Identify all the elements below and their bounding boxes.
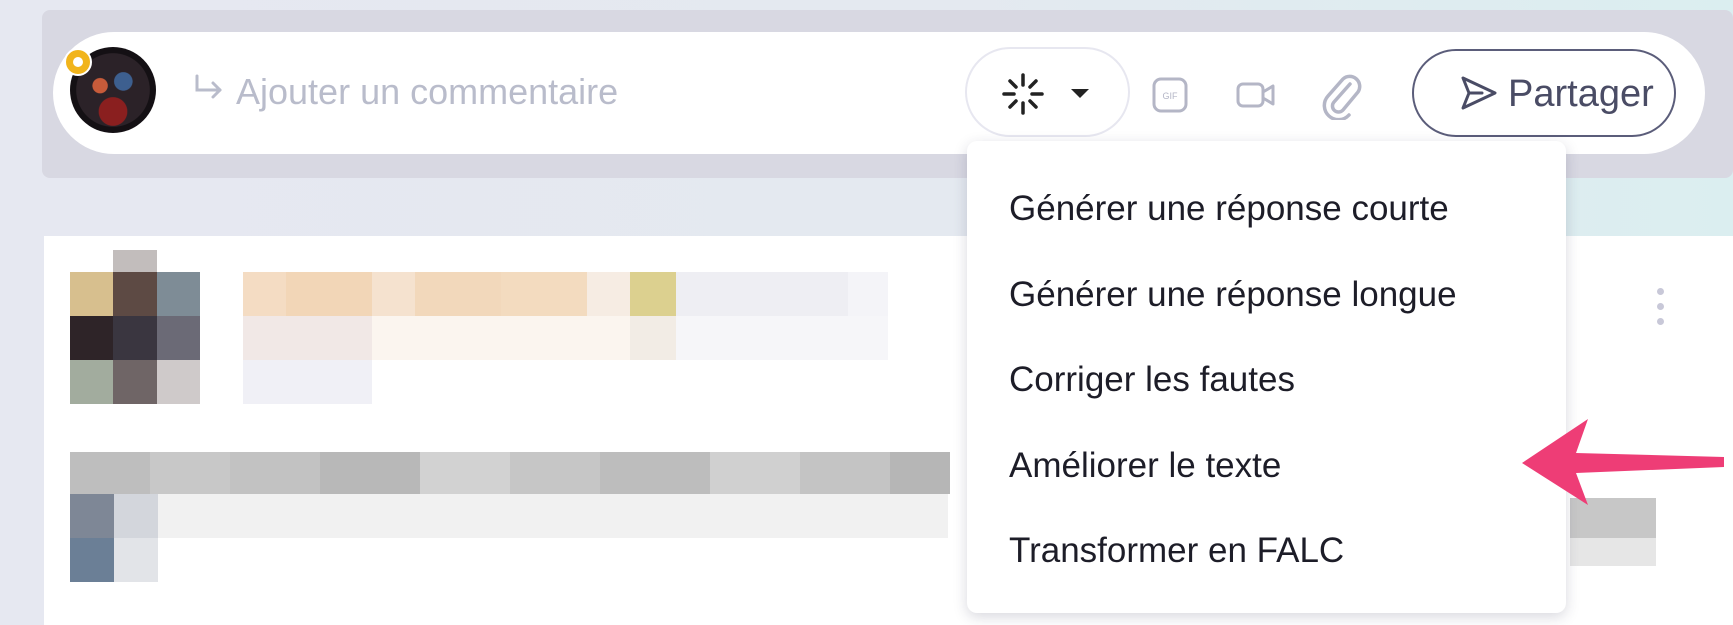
annotation-arrow-icon: [1522, 419, 1724, 505]
share-button[interactable]: Partager: [1412, 49, 1676, 137]
comment-input[interactable]: Ajouter un commentaire: [236, 71, 618, 113]
vertical-ellipsis-icon[interactable]: [1653, 288, 1667, 328]
reply-arrow-icon: [195, 74, 222, 99]
chevron-down-icon: [1071, 89, 1089, 98]
badge-icon: [64, 48, 92, 76]
menu-item-improve-text[interactable]: Améliorer le texte: [1009, 446, 1281, 486]
menu-item-falc[interactable]: Transformer en FALC: [1009, 531, 1344, 571]
svg-text:GIF: GIF: [1163, 91, 1179, 101]
ai-actions-menu: Générer une réponse courte Générer une r…: [967, 141, 1566, 613]
video-icon[interactable]: [1235, 77, 1277, 113]
share-button-label: Partager: [1508, 73, 1654, 115]
send-icon: [1461, 76, 1497, 110]
ai-assist-button[interactable]: [965, 47, 1130, 137]
ai-sparkle-icon: [1002, 73, 1044, 115]
paperclip-icon[interactable]: [1318, 70, 1364, 120]
menu-item-fix-errors[interactable]: Corriger les fautes: [1009, 360, 1295, 400]
menu-item-long-response[interactable]: Générer une réponse longue: [1009, 275, 1457, 315]
menu-item-short-response[interactable]: Générer une réponse courte: [1009, 189, 1449, 229]
gif-icon[interactable]: GIF: [1151, 76, 1189, 114]
